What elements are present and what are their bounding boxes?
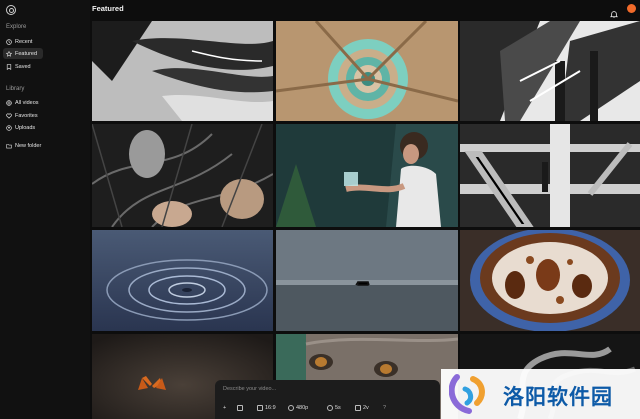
aspect-ratio-label: 16:9 xyxy=(265,405,276,411)
coffee-cup-video[interactable] xyxy=(460,230,640,331)
sidebar-item-favorites[interactable]: Favorites xyxy=(3,110,43,121)
folder-plus-icon xyxy=(6,143,12,149)
page-title: Featured xyxy=(92,4,124,13)
resolution-label: 480p xyxy=(296,405,309,411)
add-button[interactable]: + xyxy=(223,403,226,413)
star-icon xyxy=(6,50,12,57)
save-icon xyxy=(237,405,243,411)
help-icon: ? xyxy=(383,405,387,411)
new-folder-label: New folder xyxy=(15,142,42,149)
clock-icon xyxy=(327,405,333,411)
help-button[interactable]: ? xyxy=(383,403,386,413)
water-ripple-video[interactable] xyxy=(92,230,273,331)
bell-icon[interactable] xyxy=(609,5,619,18)
watermark: 洛阳软件园 xyxy=(441,369,640,419)
architecture-video[interactable] xyxy=(460,21,640,121)
sidebar-item-featured[interactable]: Featured xyxy=(3,48,43,59)
clock-icon xyxy=(6,38,12,45)
avatar[interactable] xyxy=(627,4,636,13)
plus-icon: + xyxy=(223,405,227,411)
sidebar-item-label: Uploads xyxy=(15,124,36,131)
diamond-icon xyxy=(288,405,294,411)
sidebar-item-all-videos[interactable]: All videos xyxy=(3,97,43,108)
variations-label: 2v xyxy=(363,405,369,411)
sidebar-item-uploads[interactable]: Uploads xyxy=(3,122,43,133)
watermark-text: 洛阳软件园 xyxy=(503,386,613,409)
wooden-structure-video[interactable] xyxy=(460,124,640,227)
sidebar-item-label: Recent xyxy=(15,38,33,45)
sidebar-item-label: All videos xyxy=(15,99,39,106)
sidebar-item-recent[interactable]: Recent xyxy=(3,36,43,47)
globe-icon xyxy=(6,99,12,106)
duration-button[interactable]: 5s xyxy=(327,403,341,413)
variations-button[interactable]: 2v xyxy=(355,403,369,413)
aspect-ratio-button[interactable]: 16:9 xyxy=(257,403,276,413)
woman-ice-cube-video[interactable] xyxy=(276,124,458,227)
sidebar: Explore Recent Featured Saved Library Al… xyxy=(0,0,90,419)
sidebar-item-saved[interactable]: Saved xyxy=(3,61,43,72)
save-button[interactable] xyxy=(237,403,243,413)
variations-icon xyxy=(355,405,361,411)
aspect-ratio-icon xyxy=(257,405,263,411)
bookmark-icon xyxy=(6,63,12,70)
heart-icon xyxy=(6,113,12,119)
feathers-video[interactable] xyxy=(92,21,273,121)
explore-section-label: Explore xyxy=(6,24,27,30)
beach-piano-video[interactable] xyxy=(276,230,458,331)
library-section-label: Library xyxy=(6,86,25,92)
watermark-logo-icon xyxy=(449,374,485,414)
leaves-video[interactable] xyxy=(92,124,273,227)
sidebar-item-label: Featured xyxy=(15,50,38,57)
upload-icon xyxy=(6,124,12,131)
sidebar-item-label: Favorites xyxy=(15,112,38,119)
logo-icon[interactable] xyxy=(6,5,16,15)
sidebar-item-label: Saved xyxy=(15,63,31,70)
new-folder-button[interactable]: New folder xyxy=(3,140,43,151)
prompt-panel: Describe your video... + 16:9 480p 5s 2v… xyxy=(215,380,440,419)
duration-label: 5s xyxy=(335,405,341,411)
resolution-button[interactable]: 480p xyxy=(288,403,308,413)
spiral-paper-video[interactable] xyxy=(276,21,458,121)
prompt-input[interactable]: Describe your video... xyxy=(223,386,276,392)
